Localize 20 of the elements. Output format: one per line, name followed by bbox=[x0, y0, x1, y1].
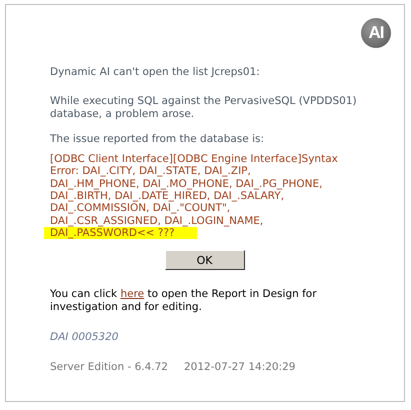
description-text: While executing SQL against the PervasiveSQL (VPDDS01) bbox=[50, 95, 358, 108]
issue-intro: The issue reported from the database is: bbox=[50, 132, 265, 146]
ok-button[interactable]: OK bbox=[164, 250, 244, 270]
logo-icon: AI bbox=[361, 18, 391, 48]
error-message-line: DAI_.HM_PHONE, DAI_.MO_PHONE, DAI_.PG_PHONE, bbox=[50, 178, 322, 190]
here-link[interactable]: here bbox=[120, 288, 144, 300]
error-code: DAI 0005320 bbox=[50, 330, 120, 344]
error-message-line: DAI_.BIRTH, DAI_.DATE_HIRED, DAI_.SALARY, bbox=[50, 190, 284, 202]
note-text: You can click bbox=[50, 288, 118, 300]
note-text: to open the Report in Design for bbox=[147, 288, 317, 300]
error-message-line: DAI_.COMMISSION, DAI_."COUNT", bbox=[50, 202, 230, 214]
timestamp-text: 2012-07-27 14:20:29 bbox=[184, 361, 296, 374]
error-message-line: Error: DAI_.CITY, DAI_.STATE, DAI_.ZIP, bbox=[50, 165, 251, 178]
error-message-line: DAI_.PASSWORD<< ??? bbox=[50, 226, 175, 239]
error-heading: Dynamic AI can't open the list Jcreps01: bbox=[50, 66, 261, 78]
description-text: database, a problem arose. bbox=[50, 108, 196, 120]
note-text: investigation and for editing. bbox=[50, 300, 203, 313]
error-message-line: DAI_.CSR_ASSIGNED, DAI_.LOGIN_NAME, bbox=[50, 214, 264, 227]
edition-text: Server Edition - 6.4.72 bbox=[50, 361, 168, 374]
error-message-line: [ODBC Client Interface][ODBC Engine Interface]Syntax bbox=[50, 153, 338, 166]
